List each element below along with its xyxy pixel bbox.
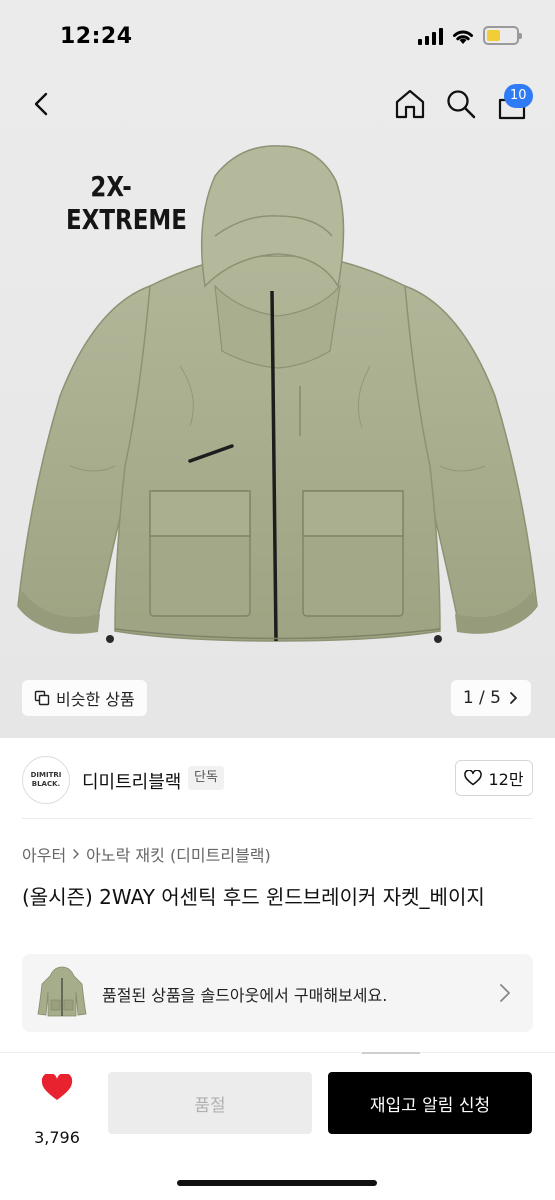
product-jacket-image	[17, 145, 538, 643]
product-title: (올시즌) 2WAY 어센틱 후드 윈드브레이커 자켓_베이지	[22, 885, 485, 909]
brand-like-button[interactable]: 12만	[455, 760, 533, 796]
divider	[22, 818, 533, 819]
breadcrumb-subcategory[interactable]: 아노락 재킷 (디미트리블랙)	[86, 842, 271, 866]
signal-icon	[418, 27, 443, 45]
product-image-gallery[interactable]: 10 2X- EXTREME 비슷한 상품 1 / 5	[0, 76, 555, 738]
restock-notification-button[interactable]: 재입고 알림 신청	[328, 1072, 532, 1134]
soldout-button[interactable]: 품절	[108, 1072, 312, 1134]
brand-row[interactable]: DIMITRI BLACK. 디미트리블랙 단독 12만	[22, 756, 533, 806]
exclusive-badge: 단독	[188, 766, 224, 790]
chevron-right-icon	[500, 984, 510, 1002]
wishlist-count: 3,796	[34, 1128, 80, 1147]
cart-count-badge: 10	[504, 84, 533, 108]
home-indicator	[177, 1180, 377, 1186]
wifi-icon	[453, 30, 473, 44]
page-indicator-text: 1 / 5	[462, 688, 501, 708]
similar-products-label: 비슷한 상품	[56, 690, 135, 709]
brand-logo[interactable]: DIMITRI BLACK.	[22, 756, 70, 804]
status-icons	[418, 26, 522, 45]
chevron-right-icon	[510, 692, 517, 704]
image-page-indicator[interactable]: 1 / 5	[450, 680, 531, 716]
brand-like-count: 12만	[488, 770, 524, 789]
heart-filled-icon	[41, 1072, 73, 1100]
chevron-right-icon	[73, 849, 80, 859]
breadcrumb: 아우터 아노락 재킷 (디미트리블랙)	[22, 842, 271, 866]
home-icon[interactable]	[392, 86, 428, 122]
divider	[0, 1052, 555, 1053]
brand-name[interactable]: 디미트리블랙	[82, 768, 181, 794]
chevron-left-icon[interactable]	[24, 86, 60, 122]
soldout-marketplace-banner[interactable]: 품절된 상품을 솔드아웃에서 구매해보세요.	[22, 954, 533, 1032]
top-nav: 10	[0, 76, 555, 136]
search-icon[interactable]	[443, 86, 479, 122]
status-time: 12:24	[60, 24, 133, 49]
similar-products-button[interactable]: 비슷한 상품	[22, 680, 147, 716]
wishlist-button[interactable]: 3,796	[22, 1072, 92, 1147]
soldout-message: 품절된 상품을 솔드아웃에서 구매해보세요.	[102, 986, 388, 1005]
status-bar: 12:24	[0, 0, 555, 76]
breadcrumb-category[interactable]: 아우터	[22, 842, 66, 866]
bottom-action-bar: 3,796 품절 재입고 알림 신청	[0, 1054, 555, 1200]
battery-icon	[483, 26, 522, 45]
product-thumbnail	[36, 962, 88, 1022]
heart-outline-icon	[464, 770, 483, 786]
copy-icon	[34, 690, 50, 706]
